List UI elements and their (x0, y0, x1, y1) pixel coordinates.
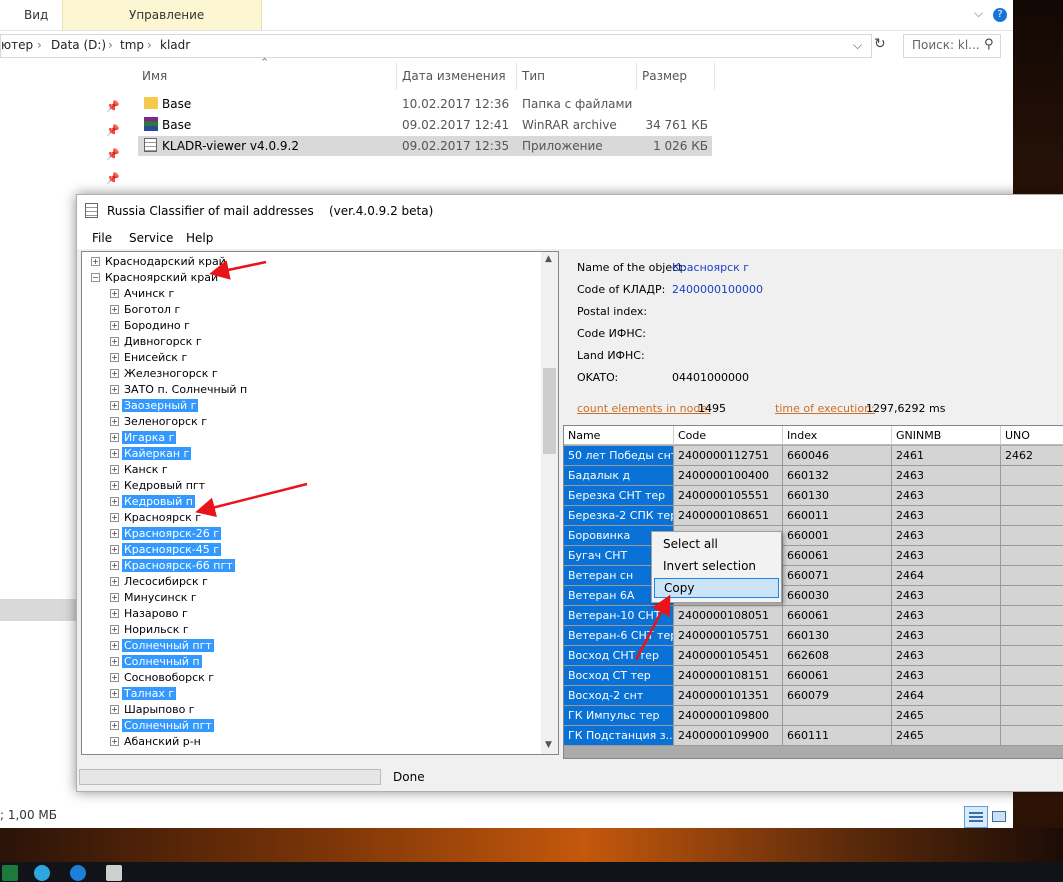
red-arrow (195, 482, 308, 518)
red-arrow (634, 594, 671, 661)
red-arrow (209, 260, 267, 280)
annotation-arrows (195, 260, 671, 661)
